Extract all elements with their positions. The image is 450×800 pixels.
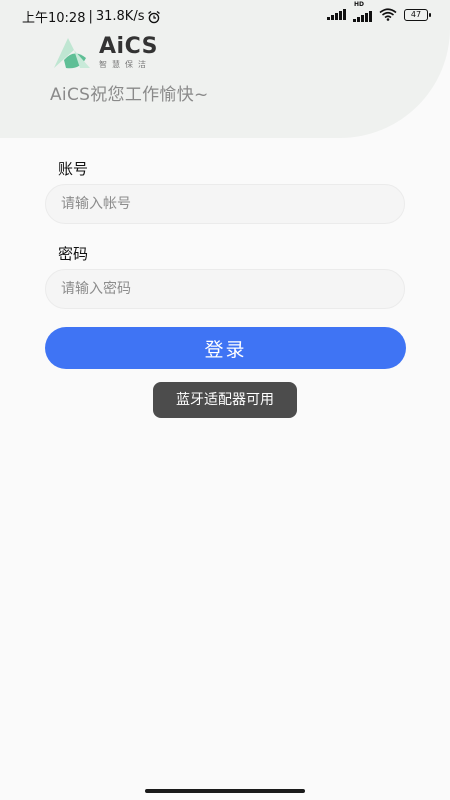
- status-separator: |: [88, 9, 93, 24]
- alarm-clock-icon: [148, 10, 161, 23]
- account-input[interactable]: [45, 184, 405, 224]
- cell-signal-hd-icon: HD: [353, 1, 372, 22]
- bluetooth-toast: 蓝牙适配器可用: [153, 382, 297, 418]
- hd-badge: HD: [354, 1, 365, 8]
- brand-subtitle: 智慧保洁: [99, 60, 151, 69]
- status-time: 上午10:28: [22, 11, 86, 26]
- status-bar: 上午10:28 | 31.8K/s HD 47: [0, 0, 450, 30]
- status-left: 上午10:28 | 31.8K/s: [22, 7, 161, 26]
- welcome-slogan: AiCS祝您工作愉快~: [50, 85, 209, 105]
- battery-icon: 47: [404, 8, 431, 21]
- logo-text: AiCS 智慧保洁: [99, 36, 158, 70]
- home-indicator[interactable]: [145, 789, 305, 793]
- status-net-speed: 31.8K/s: [95, 9, 145, 24]
- password-input[interactable]: [45, 269, 405, 309]
- aics-logo-icon: [54, 38, 90, 69]
- cell-signal-icon: [327, 9, 346, 20]
- battery-level: 47: [410, 9, 422, 19]
- brand-logo: AiCS 智慧保洁: [50, 34, 158, 72]
- brand-name: AiCS: [99, 34, 158, 59]
- password-label: 密码: [58, 245, 89, 263]
- account-label: 账号: [58, 160, 89, 178]
- wifi-icon: [379, 8, 397, 21]
- status-right: HD 47: [327, 1, 431, 22]
- login-button[interactable]: 登录: [45, 327, 406, 369]
